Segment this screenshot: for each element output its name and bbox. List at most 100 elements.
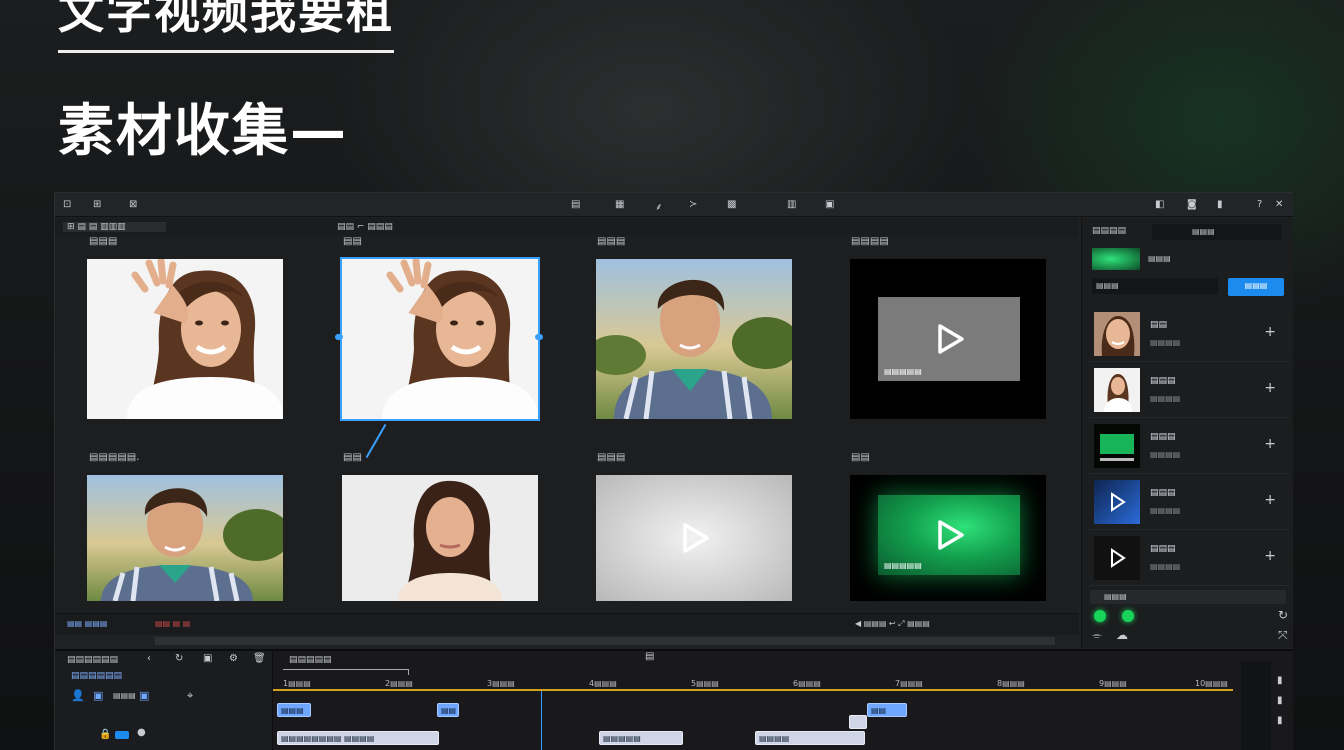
trash-icon[interactable]: 🗑 (253, 653, 266, 664)
timeline-clip[interactable]: ▤▤▤ (277, 703, 311, 717)
media-thumb-video-white[interactable] (596, 475, 792, 601)
selection-connector (365, 424, 387, 458)
refresh-icon[interactable]: ↻ (175, 653, 183, 664)
media-filter[interactable]: ▤▤ ⌐ ▤▤▤ (337, 222, 393, 232)
tool-export-icon[interactable]: ▣ (825, 199, 834, 210)
panel-toggle-icon[interactable]: ▮ (1217, 199, 1223, 210)
media-breadcrumb[interactable]: ⊞ ▤ ▤ ▥▥▥ (63, 222, 166, 232)
asset-meta: ▤▤▤▤ (1150, 394, 1181, 403)
tool-transition-icon[interactable]: ⸙ (655, 199, 663, 213)
eye-icon[interactable]: ● (137, 727, 146, 738)
tool-play-icon[interactable]: ≻ (689, 199, 697, 210)
close-icon[interactable]: ✕ (1275, 199, 1283, 210)
media-thumb-woman[interactable] (342, 475, 538, 601)
tool-audio-icon[interactable]: ▥ (787, 199, 796, 210)
range-marker[interactable] (283, 669, 409, 675)
ruler-tick: 10▤▤▤ (1195, 679, 1228, 688)
folder-icon[interactable]: ▣ (93, 689, 103, 702)
add-icon[interactable]: + (1264, 492, 1276, 508)
playhead[interactable] (541, 691, 542, 750)
tool-row: ▤▤▤ (113, 691, 136, 700)
fit-icon[interactable]: ▮ (1277, 715, 1283, 726)
timeline-overview (55, 635, 1079, 647)
timeline-scroll-area[interactable] (1241, 661, 1271, 750)
clip-icon[interactable]: ▣ (139, 689, 149, 702)
slide-subtitle: 素材收集— (58, 99, 348, 164)
user-icon[interactable]: 👤 (71, 689, 85, 702)
media-item-label: ▤▤▤▤▤. (89, 452, 140, 463)
status-mid: ▤▤ ▤ ▤ (155, 619, 191, 628)
back-icon[interactable]: ‹ (147, 653, 151, 664)
tool-effects-icon[interactable]: ▩ (727, 199, 736, 210)
asset-name: ▤▤▤ (1150, 544, 1176, 554)
apply-button[interactable]: ▤▤▤ (1228, 278, 1284, 296)
status-right[interactable]: ◀ ▤▤▤ ↩ ⤢ ▤▤▤ (855, 619, 930, 629)
asset-list-item[interactable]: ▤▤ ▤▤▤▤ + (1090, 308, 1290, 362)
timeline-clip[interactable]: ▤▤ (437, 703, 459, 717)
link-icon[interactable]: ⌯ (1092, 628, 1102, 643)
rotate-icon[interactable]: ↻ (1278, 608, 1288, 622)
add-icon[interactable]: + (1264, 324, 1276, 340)
settings-icon[interactable]: ⚙ (229, 653, 238, 664)
green-indicator-icon[interactable] (1094, 610, 1106, 622)
add-icon[interactable]: + (1264, 548, 1276, 564)
menu-view-icon[interactable]: ⊠ (129, 199, 137, 210)
asset-meta: ▤▤▤▤ (1150, 450, 1181, 459)
timeline-clip[interactable]: ▤▤▤▤ (755, 731, 865, 745)
zoom-out-icon[interactable]: ▮ (1277, 695, 1283, 706)
asset-list-item[interactable]: ▤▤▤ ▤▤▤▤ + (1090, 364, 1290, 418)
video-caption: ▤▤▤▤▤ (884, 367, 922, 376)
ruler-tick: 6▤▤▤ (793, 679, 821, 688)
selection-handle-right[interactable] (535, 334, 543, 340)
media-thumb-man[interactable] (596, 259, 792, 419)
timeline-clip[interactable] (849, 715, 867, 729)
help-icon[interactable]: ? (1257, 199, 1262, 210)
ruler-tick: 4▤▤▤ (589, 679, 617, 688)
add-icon[interactable]: + (1264, 380, 1276, 396)
asset-panel-tab[interactable]: ▤▤▤ (1152, 224, 1282, 240)
pin-icon[interactable]: ⌖ (187, 689, 193, 703)
asset-panel: ▤▤▤▤ ▤▤▤ ▤▤▤ ▤▤▤ ▤▤▤ ▤▤ ▤▤▤▤ + ▤▤▤ ▤▤▤▤ … (1081, 218, 1293, 648)
menu-file-icon[interactable]: ⊡ (63, 199, 71, 210)
track-toggle[interactable] (115, 731, 129, 739)
play-icon[interactable] (932, 322, 966, 356)
media-thumb-video-green[interactable]: ▤▤▤▤▤ (850, 475, 1046, 601)
cloud-icon[interactable]: ☁ (1116, 628, 1128, 642)
save-icon[interactable]: ▣ (203, 653, 212, 664)
asset-list-item[interactable]: ▤▤▤ ▤▤▤▤ + (1090, 420, 1290, 474)
tool-media-icon[interactable]: ▤ (571, 199, 580, 210)
asset-search-input[interactable]: ▤▤▤ (1092, 278, 1218, 294)
slide-title: 文字视频我要租 (58, 0, 394, 53)
asset-list-item[interactable]: ▤▤▤ ▤▤▤▤ + (1090, 476, 1290, 530)
marker-icon[interactable]: ▤ (645, 651, 654, 662)
add-icon[interactable]: + (1264, 436, 1276, 452)
asset-list-item[interactable]: ▤▤▤ ▤▤▤▤ + (1090, 532, 1290, 586)
asset-thumb-green (1094, 424, 1140, 468)
timeline-clip[interactable]: ▤▤ (867, 703, 907, 717)
media-thumb-man-2[interactable] (87, 475, 283, 601)
lock-icon[interactable]: 🔒 (99, 729, 111, 740)
asset-preview-thumb[interactable] (1092, 248, 1140, 270)
play-icon[interactable] (932, 518, 966, 552)
media-thumb-video-gray[interactable]: ▤▤▤▤▤ (850, 259, 1046, 419)
asset-meta: ▤▤▤▤ (1150, 338, 1181, 347)
selection-handle-left[interactable] (335, 334, 343, 340)
media-thumb-woman-wave[interactable] (87, 259, 283, 419)
asset-name: ▤▤▤ (1150, 376, 1176, 386)
settings-icon[interactable]: ◧ (1155, 199, 1164, 210)
timeline-clip[interactable]: ▤▤▤▤▤ (599, 731, 683, 745)
menu-edit-icon[interactable]: ⊞ (93, 199, 101, 210)
asset-preview-label: ▤▤▤ (1148, 254, 1171, 263)
green-indicator-icon[interactable] (1122, 610, 1134, 622)
track-label[interactable]: ▤▤▤▤▤▤ (71, 671, 122, 681)
crop-icon[interactable]: ⤧ (1278, 628, 1288, 643)
account-icon[interactable]: ◙ (1187, 199, 1197, 210)
asset-panel-title: ▤▤▤▤ (1092, 226, 1127, 236)
play-icon[interactable] (677, 521, 711, 555)
timeline-clip[interactable]: ▤▤▤▤▤▤▤▤ ▤▤▤▤ (277, 731, 439, 745)
zoom-in-icon[interactable]: ▮ (1277, 675, 1283, 686)
asset-name: ▤▤▤ (1150, 488, 1176, 498)
media-thumb-woman-wave-selected[interactable] (340, 257, 540, 421)
status-bar: ▤▤ ▤▤▤ ▤▤ ▤ ▤ ◀ ▤▤▤ ↩ ⤢ ▤▤▤ (55, 613, 1079, 635)
tool-layout-icon[interactable]: ▦ (615, 199, 624, 210)
